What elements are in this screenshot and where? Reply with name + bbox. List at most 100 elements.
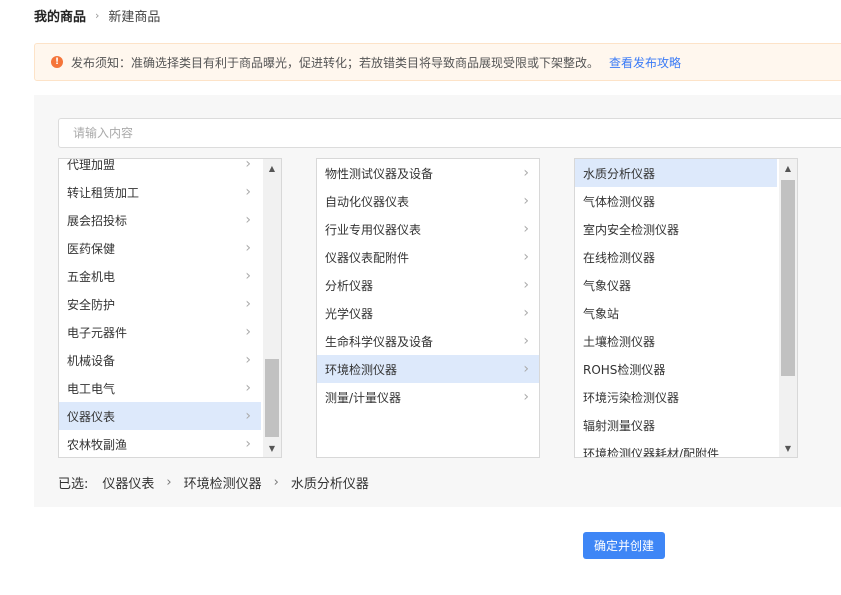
view-publish-guide-link[interactable]: 查看发布攻略 [609,54,681,71]
selected-level1: 仪器仪表 [102,477,155,492]
category-item[interactable]: 气象仪器 [575,271,777,299]
category-item[interactable]: 五金机电 › [59,262,261,290]
chevron-right-icon: › [523,165,529,181]
category-item[interactable]: 医药保健 › [59,234,261,262]
chevron-right-icon: › [245,408,251,424]
category-item-label: 气体检测仪器 [583,194,656,209]
category-item-label: 气象站 [583,306,620,321]
category-item[interactable]: 农林牧副渔 › [59,430,261,457]
selected-category-path: 已选: 仪器仪表 › 环境检测仪器 › 水质分析仪器 [58,473,369,492]
confirm-create-button[interactable]: 确定并创建 [583,532,665,559]
category-item-label: 辐射测量仪器 [583,418,656,433]
column3-scroll-thumb[interactable] [781,180,795,376]
category-item-label: 自动化仪器仪表 [325,194,410,209]
path-separator-icon: › [166,475,172,490]
category-item[interactable]: 气体检测仪器 [575,187,777,215]
category-search-input[interactable] [58,118,841,148]
publish-notice: ! 发布须知：准确选择类目有利于商品曝光，促进转化；若放错类目将导致商品展现受限… [34,43,841,81]
category-item-label: 行业专用仪器仪表 [325,222,422,237]
category-item[interactable]: 行业专用仪器仪表 › [317,215,539,243]
chevron-right-icon: › [523,277,529,293]
scroll-up-icon[interactable]: ▲ [263,159,281,177]
category-item-label: 电工电气 [67,381,116,396]
column1-scrollbar[interactable]: ▲ ▼ [263,159,281,457]
chevron-right-icon: › [245,352,251,368]
chevron-right-icon: › [523,249,529,265]
category-item[interactable]: 在线检测仪器 [575,243,777,271]
selected-level2: 环境检测仪器 [183,477,262,492]
category-item-label: 机械设备 [67,353,116,368]
chevron-right-icon: › [245,436,251,452]
column3-scrollbar[interactable]: ▲ ▼ [779,159,797,457]
category-item[interactable]: 光学仪器 › [317,299,539,327]
category-item-label: 水质分析仪器 [583,166,656,181]
category-item[interactable]: 土壤检测仪器 [575,327,777,355]
category-item-label: ROHS检测仪器 [583,362,666,377]
chevron-right-icon: › [245,296,251,312]
category-item[interactable]: 机械设备 › [59,346,261,374]
category-column-level3: 水质分析仪器 气体检测仪器室内安全检测仪器 在线检测仪器 气象仪器气象站土壤检测仪器 R… [574,158,798,458]
category-item-label: 农林牧副渔 [67,437,128,452]
selected-label: 已选: [58,477,89,492]
category-item[interactable]: 转让租赁加工 › [59,178,261,206]
category-item-label: 室内安全检测仪器 [583,222,680,237]
category-item[interactable]: 代理加盟 › [59,158,261,178]
category-item-label: 环境污染检测仪器 [583,390,680,405]
chevron-right-icon: › [245,240,251,256]
category-item-label: 转让租赁加工 [67,185,140,200]
category-item[interactable]: 仪器仪表 › [59,402,261,430]
scroll-down-icon[interactable]: ▼ [779,439,797,457]
category-list-level3: 水质分析仪器 气体检测仪器室内安全检测仪器 在线检测仪器 气象仪器气象站土壤检测仪器 R… [575,159,777,458]
category-item-label: 环境检测仪器耗材/配附件 [583,446,720,458]
category-item-label: 光学仪器 [325,306,374,321]
chevron-right-icon: › [245,184,251,200]
category-item[interactable]: 测量/计量仪器 › [317,383,539,411]
category-column-level1: 代理加盟 › 转让租赁加工 › 展会招投标 › 医药保健 › 五金机电 › 安全防护 › 电子元器件 › 机… [58,158,282,458]
category-item[interactable]: 水质分析仪器 [575,159,777,187]
path-separator-icon: › [273,475,279,490]
category-item[interactable]: 安全防护 › [59,290,261,318]
category-item-label: 仪器仪表 [67,409,116,424]
chevron-right-icon: › [245,268,251,284]
category-item[interactable]: 电工电气 › [59,374,261,402]
column1-scroll-thumb[interactable] [265,359,279,437]
breadcrumb-my-products[interactable]: 我的商品 [34,6,86,25]
category-item[interactable]: 环境污染检测仪器 [575,383,777,411]
category-item-label: 医药保健 [67,241,116,256]
chevron-right-icon: › [245,158,251,172]
category-item[interactable]: 环境检测仪器 › [317,355,539,383]
breadcrumb-current: 新建商品 [108,9,161,25]
category-item[interactable]: 分析仪器 › [317,271,539,299]
chevron-right-icon: › [523,221,529,237]
category-item-label: 生命科学仪器及设备 [325,334,434,349]
category-item[interactable]: 室内安全检测仪器 [575,215,777,243]
category-item-label: 展会招投标 [67,213,128,228]
category-item[interactable]: 仪器仪表配附件 › [317,243,539,271]
category-item-label: 五金机电 [67,269,116,284]
chevron-right-icon: › [523,333,529,349]
category-item[interactable]: ROHS检测仪器 [575,355,777,383]
category-item-label: 物性测试仪器及设备 [325,166,434,181]
warning-icon: ! [51,56,63,68]
breadcrumb: 我的商品 › 新建商品 [34,6,161,25]
category-item[interactable]: 辐射测量仪器 [575,411,777,439]
scroll-down-icon[interactable]: ▼ [263,439,281,457]
category-item-label: 在线检测仪器 [583,250,656,265]
category-item[interactable]: 环境检测仪器耗材/配附件 [575,439,777,458]
chevron-right-icon: › [523,305,529,321]
category-item[interactable]: 自动化仪器仪表 › [317,187,539,215]
category-item[interactable]: 气象站 [575,299,777,327]
category-list-level2: 物性测试仪器及设备 › 自动化仪器仪表 › 行业专用仪器仪表 › 仪器仪表配附件 › 分析仪器 ›… [317,159,539,411]
scroll-up-icon[interactable]: ▲ [779,159,797,177]
category-item[interactable]: 展会招投标 › [59,206,261,234]
category-item[interactable]: 电子元器件 › [59,318,261,346]
category-item-label: 环境检测仪器 [325,362,398,377]
category-item-label: 气象仪器 [583,278,632,293]
chevron-right-icon: › [523,361,529,377]
category-item-label: 电子元器件 [67,325,128,340]
category-item[interactable]: 生命科学仪器及设备 › [317,327,539,355]
selected-level3: 水质分析仪器 [290,477,369,492]
category-panel: 代理加盟›转让租赁加工›展会招投标›医药保健›五金机电›安全防护›电子元器件›机… [34,95,841,507]
category-item[interactable]: 物性测试仪器及设备 › [317,159,539,187]
category-item-label: 分析仪器 [325,278,374,293]
